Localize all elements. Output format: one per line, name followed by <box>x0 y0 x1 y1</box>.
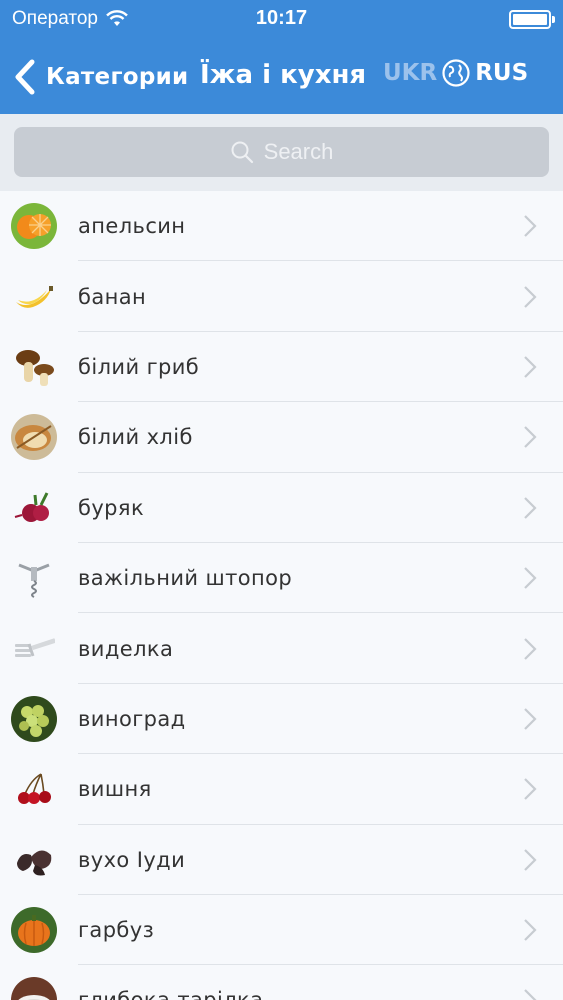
list-item-label: апельсин <box>78 214 186 239</box>
banana-icon <box>11 273 57 320</box>
list-item[interactable]: білий гриб <box>0 331 563 403</box>
battery-icon <box>509 10 551 29</box>
chevron-right-icon <box>524 285 537 308</box>
chevron-right-icon <box>524 778 537 801</box>
list-item-label: виноград <box>78 706 186 731</box>
cherry-icon <box>11 766 57 813</box>
list-item-label: глибока тарілка <box>78 988 263 1000</box>
chevron-right-icon <box>524 848 537 871</box>
list-item-label: білий хліб <box>78 425 193 450</box>
bread-icon <box>11 414 57 461</box>
chevron-right-icon <box>524 919 537 941</box>
navigation-bar: Категории Їжа і кухня UKR RUS <box>0 40 563 114</box>
list-item-label: виделка <box>78 636 174 661</box>
back-button[interactable]: Категории <box>12 57 188 97</box>
search-input[interactable]: Search <box>14 127 549 177</box>
list-item-label: вишня <box>78 777 152 802</box>
list-item[interactable]: вухо Іуди <box>0 824 563 896</box>
list-item-label: гарбуз <box>78 918 155 943</box>
chevron-right-icon <box>524 708 537 730</box>
top-bar: Оператор 10:17 Категории Їжа і кухня UKR <box>0 0 563 114</box>
orange-icon <box>11 203 57 250</box>
list-item-label: білий гриб <box>78 354 200 379</box>
item-list: апельсин банан білий гриб білий хліб бур… <box>0 191 563 1000</box>
list-item-label: банан <box>78 284 147 309</box>
list-item[interactable]: буряк <box>0 472 563 544</box>
list-item-label: вухо Іуди <box>78 847 186 872</box>
list-item[interactable]: банан <box>0 261 563 333</box>
list-item-label: важільний штопор <box>78 566 293 591</box>
wood-ear-mushroom-icon <box>11 836 57 883</box>
status-time: 10:17 <box>255 7 308 29</box>
chevron-right-icon <box>524 567 537 589</box>
list-item[interactable]: білий хліб <box>0 402 563 473</box>
status-bar: Оператор 10:17 <box>0 0 563 40</box>
fork-icon <box>11 625 57 672</box>
mushroom-icon <box>11 343 57 390</box>
chevron-right-icon <box>524 989 537 1000</box>
list-item[interactable]: вишня <box>0 754 563 825</box>
search-bar: Search <box>0 114 563 191</box>
globe-icon[interactable] <box>441 58 471 88</box>
chevron-right-icon <box>524 637 537 660</box>
grapes-icon <box>11 695 57 742</box>
language-switch[interactable]: UKR RUS <box>383 58 528 88</box>
pumpkin-icon <box>11 907 57 954</box>
chevron-right-icon <box>524 356 537 378</box>
chevron-right-icon <box>524 426 537 449</box>
chevron-right-icon <box>524 215 537 237</box>
list-item[interactable]: важільний штопор <box>0 542 563 614</box>
battery-tip <box>552 16 555 23</box>
list-item[interactable]: виноград <box>0 683 563 755</box>
search-placeholder: Search <box>263 139 334 164</box>
plate-icon <box>11 977 57 1000</box>
lang-ukr[interactable]: UKR <box>383 60 437 86</box>
beet-icon <box>11 484 57 531</box>
back-label: Категории <box>46 64 189 90</box>
chevron-left-icon <box>15 59 35 95</box>
chevron-right-icon <box>524 496 537 519</box>
list-item[interactable]: глибока тарілка <box>0 965 563 1000</box>
corkscrew-icon <box>11 555 57 602</box>
search-icon <box>231 141 253 164</box>
list-item[interactable]: апельсин <box>0 191 563 262</box>
lang-rus[interactable]: RUS <box>475 60 528 86</box>
list-item[interactable]: виделка <box>0 613 563 685</box>
list-item-label: буряк <box>78 495 145 520</box>
list-item[interactable]: гарбуз <box>0 894 563 966</box>
page-title: Їжа і кухня <box>200 60 367 90</box>
